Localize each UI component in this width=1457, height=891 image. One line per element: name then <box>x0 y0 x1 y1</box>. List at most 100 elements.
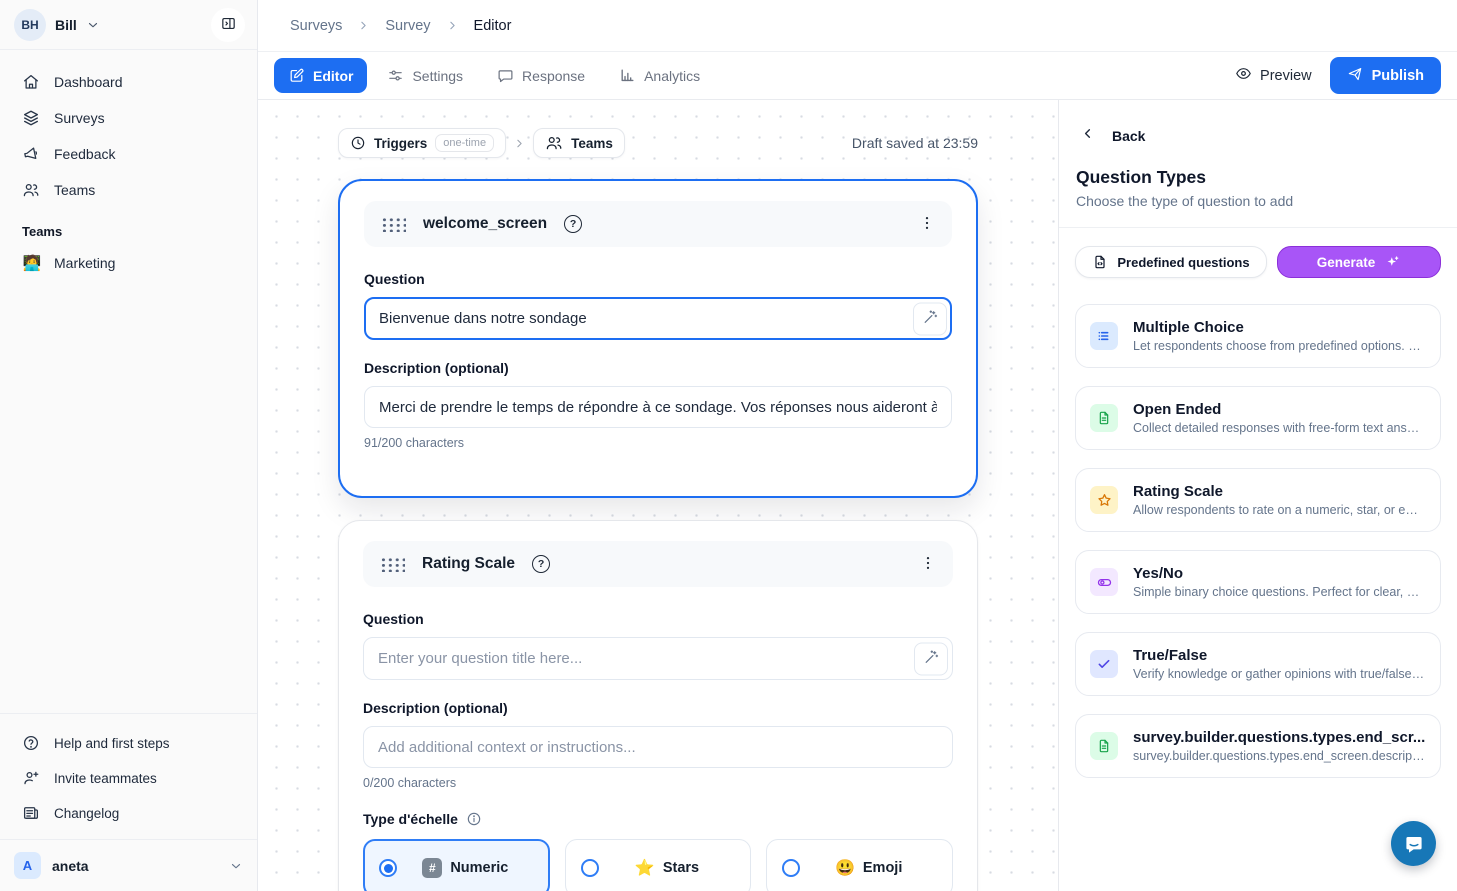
check-icon <box>1090 650 1118 678</box>
account-avatar: A <box>14 852 41 879</box>
team-emoji-icon: 🧑‍💻 <box>22 254 42 272</box>
drag-handle-icon[interactable] <box>379 556 405 572</box>
question-card-welcome-screen[interactable]: welcome_screen ? Question Des <box>338 179 978 498</box>
char-count: 0/200 characters <box>363 776 953 790</box>
scale-option-label: Stars <box>663 860 699 876</box>
tab-editor[interactable]: Editor <box>274 58 367 93</box>
sidebar-item-invite-teammates[interactable]: Invite teammates <box>12 761 245 796</box>
sidebar-item-help-and-first-steps[interactable]: Help and first steps <box>12 726 245 761</box>
scale-option-label: Emoji <box>863 860 902 876</box>
question-type-texts: Multiple ChoiceLet respondents choose fr… <box>1133 319 1426 353</box>
chevron-right-icon <box>513 137 526 150</box>
question-type-card[interactable]: Open Ended Collect detailed responses wit… <box>1075 386 1441 450</box>
breadcrumb: Surveys Survey Editor <box>258 0 1457 52</box>
sidebar-item-teams[interactable]: Teams <box>12 172 245 208</box>
radio-button[interactable] <box>379 859 397 877</box>
question-type-name: Multiple Choice <box>1133 319 1426 336</box>
question-card-rating-scale[interactable]: Rating Scale ? Question Descr <box>338 520 978 891</box>
preview-label: Preview <box>1260 68 1312 84</box>
question-type-texts: True/FalseVerify knowledge or gather opi… <box>1133 647 1426 681</box>
preview-button[interactable]: Preview <box>1235 65 1312 86</box>
sidebar-item-changelog[interactable]: Changelog <box>12 796 245 831</box>
question-description-input[interactable] <box>363 726 953 768</box>
breadcrumb-item[interactable]: Surveys <box>290 18 342 34</box>
more-options-button[interactable] <box>918 214 936 235</box>
sidebar-nav: Dashboard SurveysFeedbackTeams <box>0 50 257 212</box>
question-description-input[interactable] <box>364 386 952 428</box>
question-type-name: Yes/No <box>1133 565 1426 582</box>
question-type-card[interactable]: Rating Scale Allow respondents to rate on… <box>1075 468 1441 532</box>
scale-option-body: ⭐ Stars <box>599 858 736 878</box>
question-type-name: Rating Scale <box>1133 483 1426 500</box>
question-type-card[interactable]: Multiple ChoiceLet respondents choose fr… <box>1075 304 1441 368</box>
sidebar-collapse-button[interactable] <box>211 8 245 42</box>
sidebar-item-label: Dashboard <box>54 74 123 90</box>
sidebar-item-surveys[interactable]: Surveys <box>12 100 245 136</box>
scale-option-numeric[interactable]: #Numeric <box>363 839 550 891</box>
drag-handle-icon[interactable] <box>380 216 406 232</box>
chevron-right-icon <box>357 19 370 32</box>
tab-response[interactable]: Response <box>483 58 599 93</box>
question-type-texts: Rating Scale Allow respondents to rate on… <box>1133 483 1426 517</box>
keycap-icon: # <box>422 858 442 878</box>
account-switcher[interactable]: A aneta <box>0 839 257 891</box>
info-icon[interactable] <box>466 811 482 827</box>
sidebar-item-dashboard[interactable]: Dashboard <box>12 64 245 100</box>
generate-button[interactable]: Generate <box>1277 246 1441 278</box>
radio-button[interactable] <box>581 859 599 877</box>
sidebar-item-feedback[interactable]: Feedback <box>12 136 245 172</box>
sidebar-item-label: Changelog <box>54 806 119 821</box>
description-field-label: Description (optional) <box>364 360 952 376</box>
chat-widget-button[interactable] <box>1391 821 1436 866</box>
question-types-panel: Back Question Types Choose the type of q… <box>1058 100 1457 891</box>
clock-icon <box>350 135 366 151</box>
question-title-input[interactable] <box>364 297 952 340</box>
question-type-texts: Open Ended Collect detailed responses wit… <box>1133 401 1426 435</box>
ai-rewrite-button[interactable] <box>913 302 947 335</box>
char-count: 91/200 characters <box>364 436 952 450</box>
question-type-description: Collect detailed responses with free-for… <box>1133 421 1426 435</box>
question-field-label: Question <box>363 611 953 627</box>
panel-collapse-icon <box>220 15 237 35</box>
chat-widget-icon <box>1402 832 1426 856</box>
teams-button[interactable]: Teams <box>533 128 625 158</box>
question-type-description: Allow respondents to rate on a numeric, … <box>1133 503 1426 517</box>
breadcrumb-item[interactable]: Editor <box>474 18 512 34</box>
sidebar: BH Bill Dashboard SurveysFeedbackTeams Te… <box>0 0 258 891</box>
help-icon[interactable]: ? <box>564 215 582 233</box>
tab-analytics[interactable]: Analytics <box>605 58 714 93</box>
breadcrumb-item[interactable]: Survey <box>385 18 430 34</box>
scale-emoji-icon: ⭐ <box>635 858 655 878</box>
question-title-input[interactable] <box>363 637 953 680</box>
back-button[interactable]: Back <box>1080 126 1437 146</box>
help-circle-icon <box>22 734 41 753</box>
scale-option-body: 😃Emoji <box>800 858 937 878</box>
question-field-label: Question <box>364 271 952 287</box>
users-icon <box>545 134 563 152</box>
sliders-icon <box>387 67 404 84</box>
more-options-button[interactable] <box>919 554 937 575</box>
question-type-description: Simple binary choice questions. Perfect … <box>1133 585 1426 599</box>
ai-rewrite-button[interactable] <box>914 642 948 675</box>
workspace-switcher[interactable]: BH Bill <box>0 0 257 50</box>
question-type-texts: survey.builder.questions.types.end_scr..… <box>1133 729 1426 763</box>
scale-option-emoji[interactable]: 😃Emoji <box>766 839 953 891</box>
question-card-title: welcome_screen <box>423 215 547 233</box>
question-card-title: Rating Scale <box>422 555 515 573</box>
radio-button[interactable] <box>782 859 800 877</box>
pencil-square-icon <box>288 67 305 84</box>
question-type-card[interactable]: survey.builder.questions.types.end_scr..… <box>1075 714 1441 778</box>
triggers-button[interactable]: Triggers one-time <box>338 128 506 158</box>
sidebar-team-marketing[interactable]: 🧑‍💻Marketing <box>12 245 245 281</box>
scale-option-stars[interactable]: ⭐ Stars <box>565 839 752 891</box>
question-type-name: Open Ended <box>1133 401 1426 418</box>
question-type-card[interactable]: Yes/No Simple binary choice questions. Pe… <box>1075 550 1441 614</box>
predefined-questions-button[interactable]: Predefined questions <box>1075 246 1267 278</box>
question-type-card[interactable]: True/FalseVerify knowledge or gather opi… <box>1075 632 1441 696</box>
star-icon <box>1090 486 1118 514</box>
help-icon[interactable]: ? <box>532 555 550 573</box>
magic-wand-icon <box>923 649 940 669</box>
document-icon <box>1090 404 1118 432</box>
tab-settings[interactable]: Settings <box>373 58 477 93</box>
publish-button[interactable]: Publish <box>1330 57 1441 94</box>
